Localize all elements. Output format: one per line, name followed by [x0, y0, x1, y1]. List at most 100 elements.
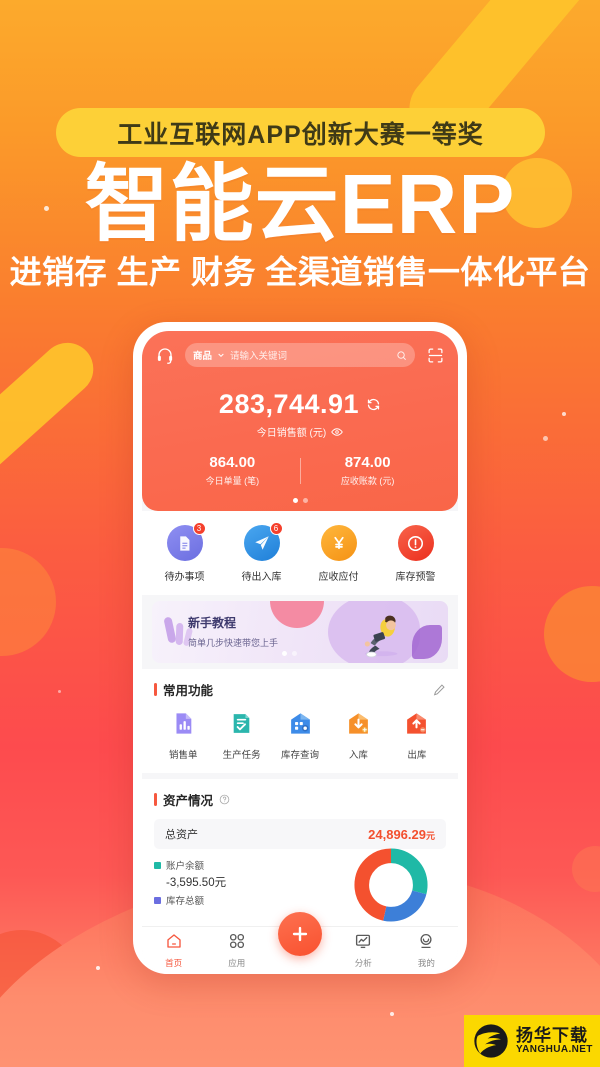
pager-dot-active[interactable] — [292, 498, 298, 503]
warehouse-search-icon — [290, 713, 310, 734]
stat-receivables-label: 应收账款 (元) — [340, 476, 395, 486]
watermark-cn: 扬华下载 — [516, 1025, 588, 1045]
banner-decor — [175, 622, 184, 646]
function-label: 出库 — [407, 750, 427, 761]
decor-dot — [562, 412, 566, 416]
decor-dot — [390, 1012, 394, 1016]
assets-title: 资产情况 — [154, 790, 446, 809]
function-label: 入库 — [348, 750, 368, 761]
carousel-pager[interactable] — [154, 498, 446, 503]
decor-circle-left — [0, 548, 56, 656]
question-icon[interactable] — [219, 794, 230, 805]
function-label: 销售单 — [168, 750, 198, 761]
function-production-task[interactable]: 生产任务 — [212, 711, 270, 761]
watermark-text: 扬华下载 YANGHUA.NET — [516, 1025, 593, 1056]
sales-label-row: 今日销售额 (元) — [154, 424, 446, 439]
title-accent-bar — [154, 683, 157, 696]
tutorial-banner-wrap: 新手教程 简单几步快速带您上手 — [142, 595, 458, 669]
outbound-icon — [407, 713, 427, 734]
quick-action-stock-alert[interactable]: 库存预警 — [377, 525, 454, 583]
tab-profile[interactable]: 我的 — [395, 932, 458, 969]
search-input[interactable]: 商品 请输入关键词 — [185, 343, 415, 367]
sales-amount-row: 283,744.91 — [219, 389, 381, 420]
quick-action-label: 库存预警 — [395, 572, 436, 583]
page-subtitle: 进销存 生产 财务 全渠道销售一体化平台 — [9, 254, 591, 290]
function-inbound[interactable]: 入库 — [329, 711, 387, 761]
tab-label: 分析 — [354, 958, 372, 968]
total-assets-label: 总资产 — [165, 829, 198, 841]
pager-dot[interactable] — [302, 498, 308, 503]
function-stock-query[interactable]: 库存查询 — [271, 711, 329, 761]
function-label: 库存查询 — [281, 750, 320, 761]
phone-mockup: 商品 请输入关键词 283,744.91 今日销售额 (元) 864.00 今日… — [133, 322, 467, 974]
common-functions-list: 销售单 生产任务 库存查询 入库 出库 — [154, 711, 446, 761]
yuan-icon — [320, 525, 357, 561]
refresh-icon[interactable] — [366, 397, 381, 412]
quick-action-label: 待出入库 — [241, 572, 282, 583]
legend-swatch — [154, 896, 161, 904]
title-accent-bar — [154, 793, 157, 806]
legend-name: 库存总额 — [166, 896, 205, 907]
tutorial-banner-text: 新手教程 简单几步快速带您上手 — [188, 614, 278, 649]
search-category[interactable]: 商品 — [193, 348, 212, 362]
search-placeholder[interactable]: 请输入关键词 — [230, 348, 391, 362]
stat-receivables-value: 874.00 — [344, 454, 391, 471]
function-outbound[interactable]: 出库 — [388, 711, 446, 761]
function-label: 生产任务 — [222, 750, 261, 761]
total-assets-unit: 元 — [425, 830, 435, 841]
banner-decor — [270, 601, 324, 628]
function-sales-order[interactable]: 销售单 — [154, 711, 212, 761]
decor-dot — [543, 436, 548, 441]
inbound-icon — [349, 713, 368, 734]
stat-receivables: 874.00 应收账款 (元) — [301, 454, 435, 487]
common-functions-card: 常用功能 销售单 生产任务 库存查询 入库 出库 — [142, 669, 458, 773]
chart-doc-icon — [176, 713, 192, 734]
banner-decor-leaf — [412, 625, 442, 659]
paper-plane-icon: 6 — [243, 522, 283, 561]
tab-apps[interactable]: 应用 — [205, 932, 268, 969]
tab-analytics[interactable]: 分析 — [332, 932, 395, 969]
decor-circle-bottom-right — [572, 846, 600, 892]
sales-label: 今日销售额 (元) — [256, 428, 327, 439]
add-button[interactable] — [278, 912, 322, 956]
tab-home[interactable]: 首页 — [142, 932, 205, 969]
chevron-down-icon[interactable] — [217, 351, 225, 359]
badge-count: 3 — [192, 522, 206, 535]
banner-pager[interactable] — [282, 651, 298, 656]
person-icon — [420, 933, 432, 949]
common-functions-title-text: 常用功能 — [163, 684, 214, 698]
decor-circle-right — [544, 586, 600, 682]
award-badge: 工业互联网APP创新大赛一等奖 — [56, 108, 545, 157]
alert-icon — [397, 525, 434, 561]
common-functions-title: 常用功能 — [154, 680, 213, 699]
headset-icon[interactable] — [154, 344, 176, 366]
app-header: 商品 请输入关键词 283,744.91 今日销售额 (元) 864.00 今日… — [142, 331, 458, 511]
quick-action-todo[interactable]: 3 待办事项 — [146, 522, 223, 583]
quick-actions: 3 待办事项 6 待出入库 应收应付 库存预警 — [142, 511, 458, 595]
plus-icon — [292, 926, 308, 942]
common-functions-header: 常用功能 — [154, 680, 446, 699]
watermark-en: YANGHUA.NET — [516, 1044, 593, 1056]
sales-summary: 283,744.91 今日销售额 (元) — [154, 389, 446, 439]
legend-name: 账户余额 — [166, 861, 205, 872]
assets-donut-chart — [354, 848, 428, 922]
search-row: 商品 请输入关键词 — [154, 343, 446, 367]
document-icon: 3 — [166, 522, 206, 561]
quick-action-inout[interactable]: 6 待出入库 — [223, 522, 300, 583]
quick-action-label: 待办事项 — [164, 572, 205, 583]
badge-count: 6 — [269, 522, 283, 535]
quick-action-label: 应收应付 — [318, 572, 359, 583]
tab-label: 我的 — [417, 958, 435, 968]
decor-dot — [58, 690, 61, 693]
award-badge-text: 工业互联网APP创新大赛一等奖 — [117, 120, 484, 149]
scan-icon[interactable] — [424, 344, 446, 366]
stats-row: 864.00 今日单量 (笔) 874.00 应收账款 (元) — [154, 454, 446, 487]
quick-action-payments[interactable]: 应收应付 — [300, 525, 377, 583]
sales-amount: 283,744.91 — [218, 389, 360, 419]
eye-icon[interactable] — [331, 426, 343, 438]
analytics-icon — [356, 934, 371, 949]
search-icon[interactable] — [396, 350, 407, 361]
pencil-icon[interactable] — [432, 683, 446, 697]
tutorial-banner[interactable]: 新手教程 简单几步快速带您上手 — [152, 601, 448, 663]
tab-label: 应用 — [228, 958, 246, 968]
